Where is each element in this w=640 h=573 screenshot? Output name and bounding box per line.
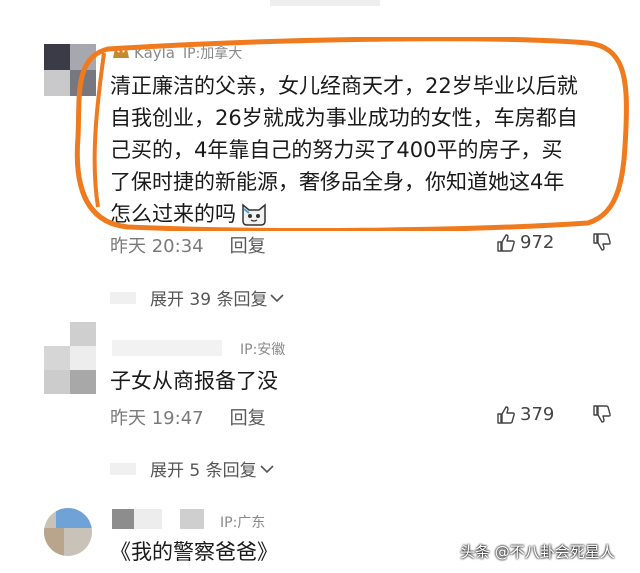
ip-location: IP:安徽 [240,342,286,358]
thumbs-up-icon [496,233,516,253]
reply-button[interactable]: 回复 [230,404,266,430]
blurred-username [180,509,204,529]
timestamp: 昨天 19:47 [110,408,204,429]
comment-text: 《我的警察爸爸》 [110,540,278,564]
expand-replies-button[interactable]: 展开 39 条回复 [150,285,285,310]
dislike-button[interactable] [592,232,612,252]
avatar[interactable] [44,322,96,394]
like-button[interactable]: 972 [496,232,554,253]
annotation-outline [74,37,629,231]
blurred-username [112,509,134,529]
thumbs-up-icon [496,405,516,425]
watermark: 头条 @不八卦会死星人 [460,543,615,561]
blurred-avatar [110,292,136,304]
like-count: 379 [520,404,555,425]
expand-replies-label: 展开 5 条回复 [150,461,257,481]
blurred-avatar [110,463,136,475]
avatar[interactable] [44,508,92,556]
thumbs-down-icon [593,233,611,251]
comment-meta: 昨天 20:34 回复 [110,232,266,258]
ip-location: IP:广东 [220,515,266,531]
comment-text: 子女从商报备了没 [110,369,278,393]
chevron-down-icon [270,293,285,303]
like-button[interactable]: 379 [496,404,554,425]
like-count: 972 [520,232,555,253]
blurred-username [134,509,162,529]
chevron-down-icon [260,464,274,474]
comment-meta: 昨天 19:47 回复 [110,404,266,430]
timestamp: 昨天 20:34 [110,236,204,257]
blurred-username [112,340,222,356]
expand-replies-label: 展开 39 条回复 [150,290,268,310]
thumbs-down-icon [593,405,611,423]
expand-replies-button[interactable]: 展开 5 条回复 [150,456,274,481]
top-blurred-strip [270,0,380,6]
reply-button[interactable]: 回复 [230,232,266,258]
dislike-button[interactable] [592,404,612,424]
